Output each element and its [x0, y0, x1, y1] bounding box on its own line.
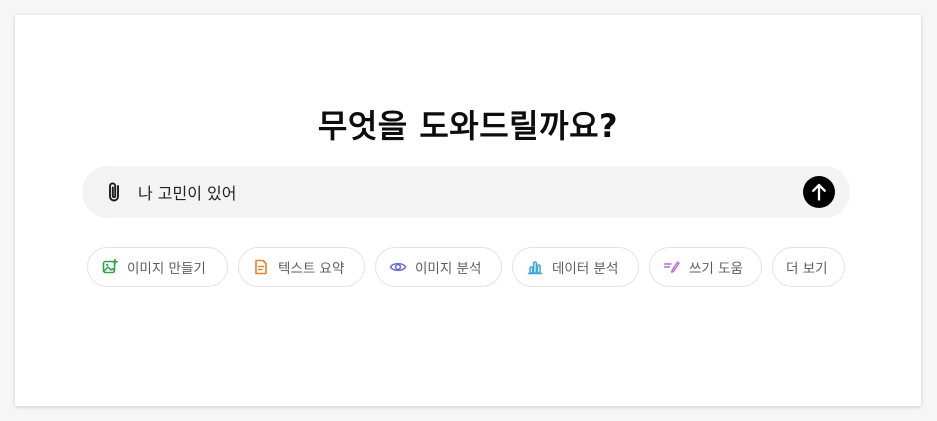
chip-label: 쓰기 도움 — [689, 261, 743, 277]
send-button[interactable] — [803, 176, 835, 208]
prompt-composer — [82, 166, 850, 218]
chip-writing-help[interactable]: 쓰기 도움 — [649, 247, 762, 287]
chip-create-image[interactable]: 이미지 만들기 — [87, 247, 228, 287]
pen-icon — [663, 258, 681, 276]
paperclip-icon[interactable] — [104, 180, 126, 204]
chip-analyze-image[interactable]: 이미지 분석 — [375, 247, 502, 287]
document-icon — [252, 258, 270, 276]
chip-label: 더 보기 — [786, 261, 828, 277]
arrow-up-icon — [812, 183, 826, 201]
chip-label: 이미지 분석 — [415, 261, 482, 277]
page-title: 무엇을 도와드릴까요? — [317, 107, 619, 145]
main-panel: 무엇을 도와드릴까요? 이미지 만들기 — [15, 15, 921, 406]
chip-label: 데이터 분석 — [552, 261, 619, 277]
prompt-input[interactable] — [138, 179, 778, 205]
chip-more[interactable]: 더 보기 — [772, 247, 845, 287]
chip-summarize-text[interactable]: 텍스트 요약 — [238, 247, 365, 287]
bar-chart-icon — [526, 258, 544, 276]
image-create-icon — [101, 258, 119, 276]
chip-analyze-data[interactable]: 데이터 분석 — [512, 247, 639, 287]
eye-icon — [389, 258, 407, 276]
chip-label: 이미지 만들기 — [127, 261, 206, 277]
chip-label: 텍스트 요약 — [278, 261, 345, 277]
